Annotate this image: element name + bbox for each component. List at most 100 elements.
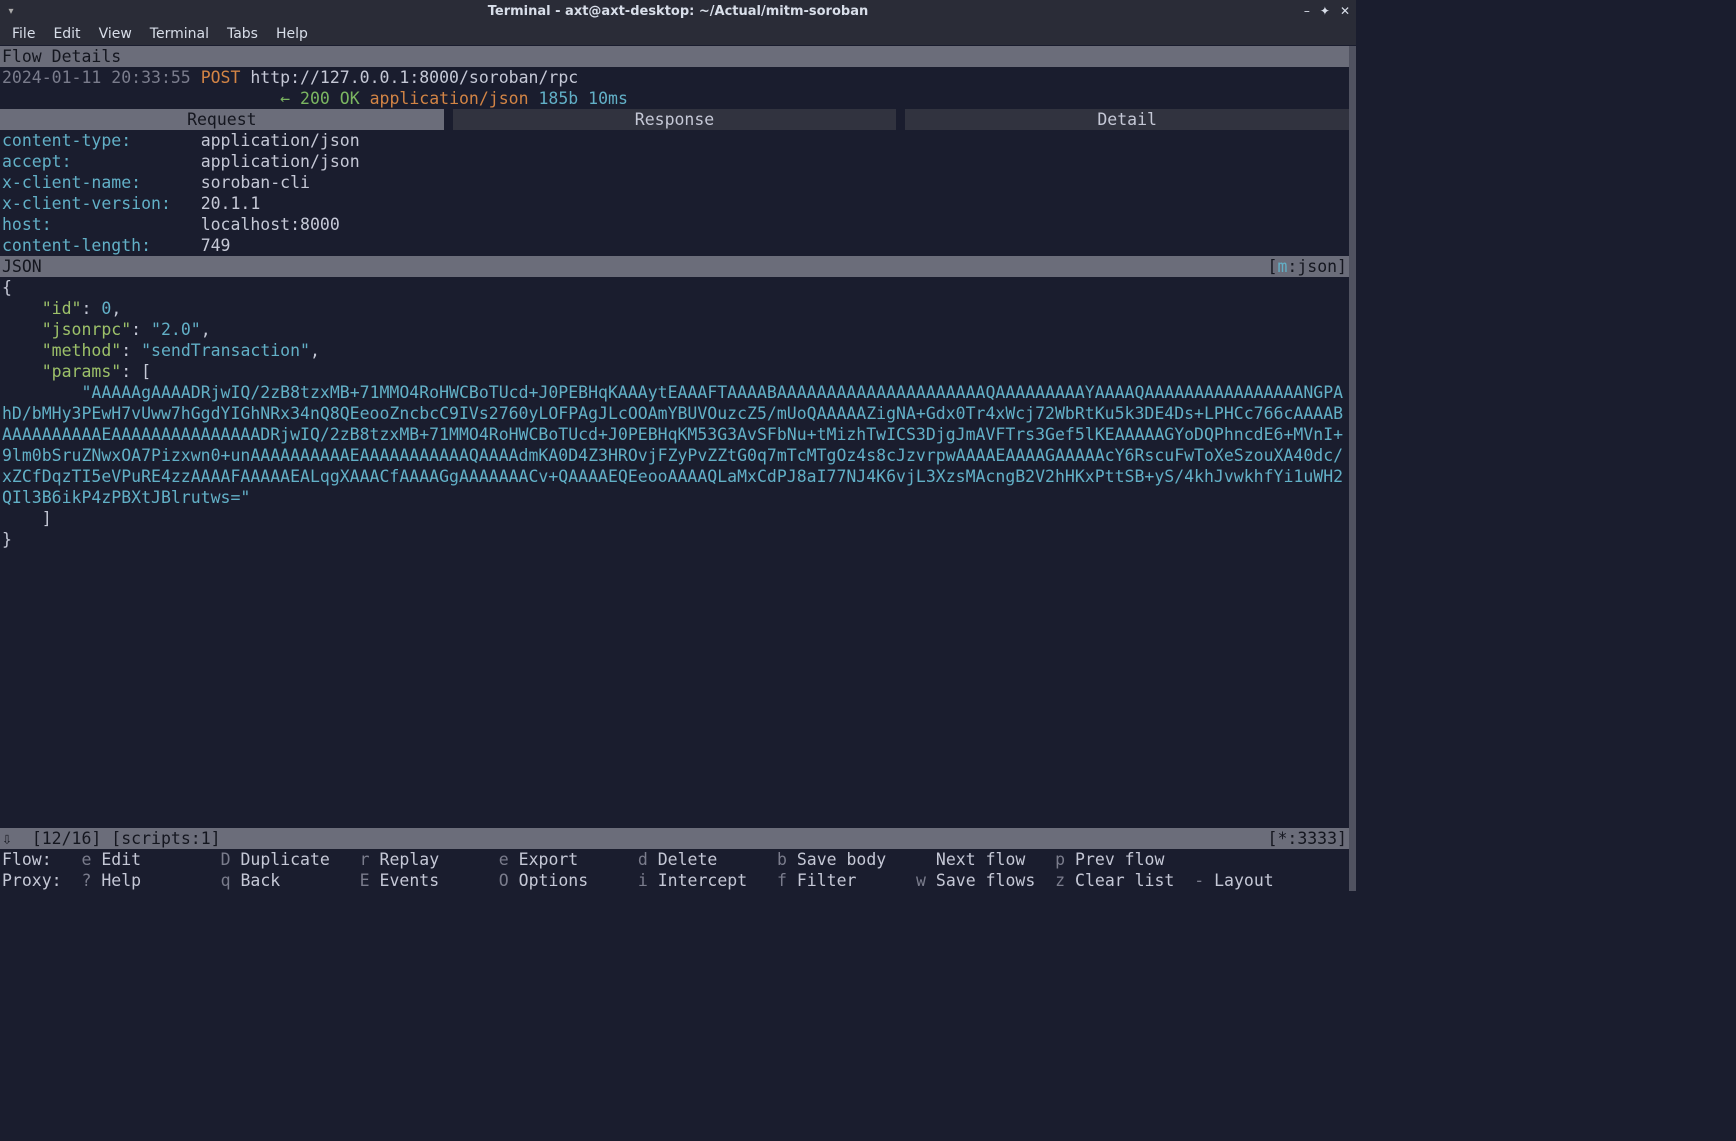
command-row-label: Flow: [2,850,81,869]
command-key[interactable]: d [638,850,658,869]
command-key[interactable]: - [1194,871,1214,890]
menu-terminal[interactable]: Terminal [150,26,209,42]
command-label: Prev flow [1075,850,1194,869]
scrollbar-track[interactable] [1349,46,1356,891]
json-key: "method" [42,341,121,360]
response-arrow-icon: ← [280,89,290,108]
window-menu-icon[interactable]: ▾ [0,0,22,22]
json-string: "sendTransaction" [141,341,310,360]
statusbar: ⇩ [12/16] [scripts:1] [*:3333] [0,828,1349,849]
menu-help[interactable]: Help [276,26,308,42]
command-key[interactable]: r [360,850,380,869]
command-key[interactable]: E [360,871,380,890]
status-text: OK [340,89,360,108]
menu-tabs[interactable]: Tabs [227,26,258,42]
command-key[interactable]: f [777,871,797,890]
json-key: "jsonrpc" [42,320,131,339]
header-row: x-client-name: soroban-cli [2,172,1347,193]
tab-detail[interactable]: Detail [905,109,1349,130]
json-string: "2.0" [151,320,201,339]
menu-edit[interactable]: Edit [53,26,80,42]
header-row: content-length: 749 [2,235,1347,256]
command-label: Replay [380,850,499,869]
header-key: content-length: [2,236,201,255]
command-label: Export [519,850,638,869]
command-label: Back [240,871,359,890]
menu-view[interactable]: View [99,26,132,42]
json-header: JSON [m:json] [0,256,1349,277]
command-label: Save body [797,850,916,869]
command-label: Delete [658,850,777,869]
command-key[interactable]: e [499,850,519,869]
response-line: ← 200 OK application/json 185b 10ms [0,88,1349,109]
header-value: 20.1.1 [201,194,261,213]
request-url: http://127.0.0.1:8000/soroban/rpc [250,68,578,87]
header-key: x-client-name: [2,173,201,192]
command-key[interactable]: q [221,871,241,890]
command-row: Proxy: ? Help q Back E Events O Options … [2,870,1347,891]
command-label: Options [519,871,638,890]
menu-file[interactable]: File [12,26,35,42]
menubar: File Edit View Terminal Tabs Help [0,22,1356,46]
request-method: POST [201,68,241,87]
tabs-row: Request Response Detail [0,109,1349,130]
minimize-icon[interactable]: – [1304,4,1310,18]
command-key[interactable]: ? [81,871,101,890]
header-key: host: [2,215,201,234]
command-row: Flow: e Edit D Duplicate r Replay e Expo… [2,849,1347,870]
command-label: Events [380,871,499,890]
command-label: Save flows [936,871,1055,890]
response-time: 10ms [588,89,628,108]
json-number: 0 [101,299,111,318]
command-key[interactable]: b [777,850,797,869]
header-row: x-client-version: 20.1.1 [2,193,1347,214]
command-key[interactable]: w [916,871,936,890]
status-code: 200 [300,89,330,108]
response-size: 185b [538,89,578,108]
header-value: application/json [201,131,360,150]
command-label: Layout [1214,871,1333,890]
commands: Flow: e Edit D Duplicate r Replay e Expo… [0,849,1349,891]
header-row: content-type: application/json [2,130,1347,151]
window-titlebar: ▾ Terminal - axt@axt-desktop: ~/Actual/m… [0,0,1356,22]
command-key[interactable]: z [1055,871,1075,890]
header-row: host: localhost:8000 [2,214,1347,235]
header-value: application/json [201,152,360,171]
command-key[interactable]: p [1055,850,1075,869]
header-value: localhost:8000 [201,215,340,234]
json-key: "id" [42,299,82,318]
header-key: accept: [2,152,201,171]
command-row-label: Proxy: [2,871,81,890]
header-key: x-client-version: [2,194,201,213]
status-position: [12/16] [32,829,102,848]
status-arrow-icon: ⇩ [2,829,12,848]
json-key: "params" [42,362,121,381]
command-key[interactable]: D [221,850,241,869]
header-row: accept: application/json [2,151,1347,172]
status-listen: [*:3333] [1268,828,1347,849]
json-label: JSON [2,256,42,277]
command-key[interactable]: i [638,871,658,890]
scrollbar-thumb[interactable] [1349,46,1356,891]
tab-response[interactable]: Response [453,109,897,130]
command-key[interactable]: O [499,871,519,890]
header-key: content-type: [2,131,201,150]
command-label: Help [101,871,220,890]
terminal-content[interactable]: Flow Details 2024-01-11 20:33:55 POST ht… [0,46,1356,891]
headers-table: content-type: application/jsonaccept: ap… [0,130,1349,256]
command-label: Edit [101,850,220,869]
status-scripts: [scripts:1] [111,829,220,848]
json-body: { "id": 0, "jsonrpc": "2.0", "method": "… [0,277,1349,550]
json-mode-indicator: [m:json] [1268,256,1347,277]
maximize-icon[interactable]: ✦ [1320,4,1330,18]
header-value: soroban-cli [201,173,310,192]
tab-request[interactable]: Request [0,109,444,130]
command-key[interactable] [916,850,936,869]
command-key[interactable]: e [81,850,101,869]
close-icon[interactable]: ✕ [1340,4,1350,18]
request-timestamp: 2024-01-11 20:33:55 [2,68,191,87]
content-type: application/json [370,89,529,108]
flow-details-header: Flow Details [0,46,1349,67]
command-label: Next flow [936,850,1055,869]
command-label: Filter [797,871,916,890]
